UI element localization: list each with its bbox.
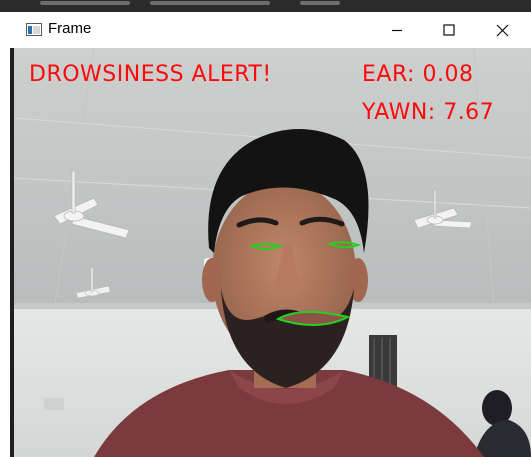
title-bar[interactable]: Frame xyxy=(10,12,531,48)
minimize-button[interactable] xyxy=(371,12,423,48)
yawn-value-text: YAWN: 7.67 xyxy=(362,100,495,125)
close-button[interactable] xyxy=(476,12,528,48)
app-window: Frame DROWSINESS ALERT! EAR: 0.08 YAWN: … xyxy=(0,0,531,457)
ear-value-text: EAR: 0.08 xyxy=(362,62,474,87)
drowsiness-alert-text: DROWSINESS ALERT! xyxy=(29,62,272,87)
maximize-icon xyxy=(443,24,455,36)
minimize-icon xyxy=(392,29,402,32)
window-app-icon xyxy=(26,23,42,36)
video-frame: DROWSINESS ALERT! EAR: 0.08 YAWN: 7.67 xyxy=(14,48,531,457)
background-window-edge xyxy=(0,0,531,12)
maximize-button[interactable] xyxy=(423,12,475,48)
close-icon xyxy=(496,24,508,36)
window-title: Frame xyxy=(48,20,92,37)
